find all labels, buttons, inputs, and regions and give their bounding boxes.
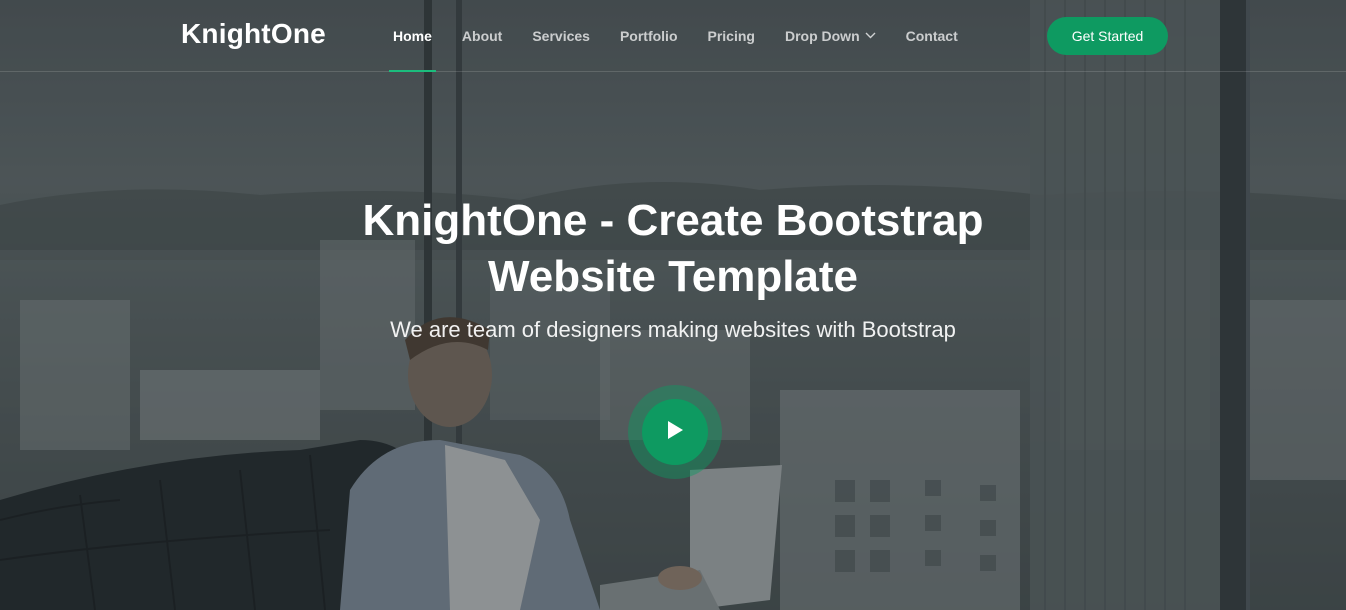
hero-subtitle: We are team of designers making websites… [390,317,956,342]
nav-item-label: Portfolio [619,27,678,44]
nav-item-services[interactable]: Services [517,0,605,71]
nav-item-dropdown[interactable]: Drop Down [770,0,891,71]
hero-title-line-1: KnightOne - Create Bootstrap [362,196,984,245]
nav-item-about[interactable]: About [447,0,517,71]
chevron-down-icon [865,32,876,39]
hero-overlay [0,0,1346,610]
main-nav: Home About Services Portfolio Pricing Dr… [378,0,973,72]
site-header: KnightOne Home About Services Portfolio … [0,0,1346,72]
play-icon [665,419,685,446]
get-started-button[interactable]: Get Started [1047,17,1168,55]
play-button-core [642,399,708,465]
hero-title: KnightOne - Create Bootstrap Website Temp… [273,193,1073,305]
nav-item-label: Contact [905,27,958,44]
nav-item-contact[interactable]: Contact [891,0,973,71]
nav-item-label: Services [532,27,590,44]
nav-item-label: Pricing [707,27,755,44]
play-video-button[interactable] [628,385,722,479]
nav-item-label: Home [393,27,432,44]
hero-title-line-2: Website Template [487,252,859,301]
nav-item-portfolio[interactable]: Portfolio [605,0,693,71]
nav-item-label: Drop Down [784,27,860,44]
brand-logo[interactable]: KnightOne [181,18,326,50]
nav-item-home[interactable]: Home [378,0,447,72]
nav-item-pricing[interactable]: Pricing [693,0,770,71]
nav-item-label: About [461,27,503,44]
